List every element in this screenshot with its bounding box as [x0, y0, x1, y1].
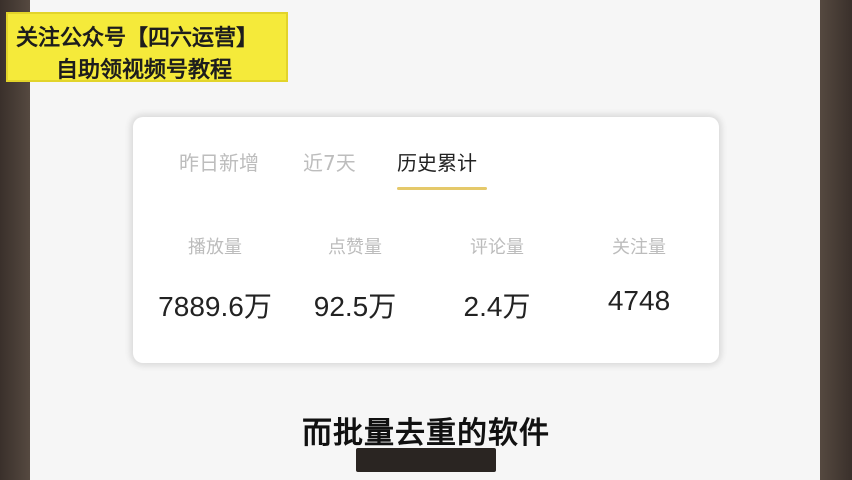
metric-value-plays: 7889.6万 — [158, 291, 272, 322]
tab-yesterday-new[interactable]: 昨日新增 — [179, 147, 259, 176]
period-tabs: 昨日新增 近7天 历史累计 — [133, 147, 719, 190]
metric-label-likes: 点赞量 — [328, 237, 382, 258]
metric-label-comments: 评论量 — [470, 237, 524, 258]
tab-last-7-days[interactable]: 近7天 — [303, 147, 356, 176]
metric-values-row: 7889.6万 92.5万 2.4万 4748 — [133, 285, 719, 325]
active-tab-indicator — [397, 187, 487, 190]
stats-card: 昨日新增 近7天 历史累计 播放量 点赞量 评论量 关注量 7889.6万 92… — [133, 117, 719, 363]
subtitle-bar-decoration — [356, 448, 496, 472]
metric-value-likes: 92.5万 — [313, 291, 397, 322]
video-frame: 关注公众号【四六运营】 自助领视频号教程 昨日新增 近7天 历史累计 播放量 点… — [0, 0, 852, 480]
promo-banner: 关注公众号【四六运营】 自助领视频号教程 — [6, 12, 288, 83]
video-subtitle: 而批量去重的软件 — [302, 416, 550, 451]
metric-labels-row: 播放量 点赞量 评论量 关注量 — [133, 233, 719, 261]
metric-label-follows: 关注量 — [612, 237, 666, 258]
metric-value-follows: 4748 — [607, 285, 671, 316]
promo-banner-line1: 关注公众号【四六运营】 — [16, 26, 259, 51]
metric-label-plays: 播放量 — [188, 237, 242, 258]
metric-value-comments: 2.4万 — [463, 291, 531, 322]
tab-history-total[interactable]: 历史累计 — [397, 147, 477, 176]
promo-banner-line2: 自助领视频号教程 — [56, 58, 233, 83]
